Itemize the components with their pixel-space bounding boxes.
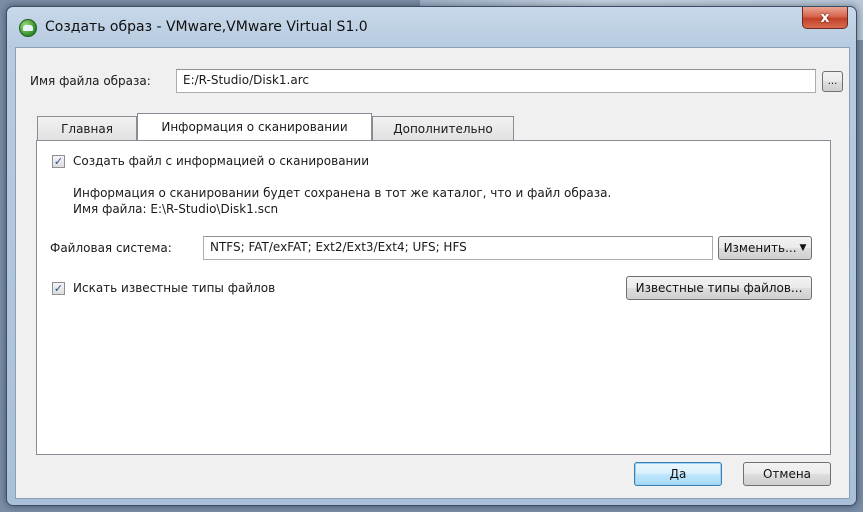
known-file-types-button[interactable]: Известные типы файлов... [626, 276, 812, 300]
image-file-input[interactable]: E:/R-Studio/Disk1.arc [176, 69, 816, 93]
window-title: Создать образ - VMware,VMware Virtual S1… [45, 19, 368, 35]
checkmark-icon: ✓ [53, 282, 64, 295]
scan-info-panel: ✓ Создать файл с информацией о сканирова… [36, 140, 831, 455]
known-file-types-checkbox[interactable]: ✓ [52, 282, 65, 295]
scan-file-name-text: Имя файла: E:\R-Studio\Disk1.scn [73, 202, 279, 216]
checkmark-icon: ✓ [53, 155, 64, 168]
app-icon [19, 19, 37, 37]
filesystem-field[interactable]: NTFS; FAT/exFAT; Ext2/Ext3/Ext4; UFS; HF… [203, 236, 713, 260]
dropdown-arrow-icon: ▼ [799, 243, 807, 253]
dialog-client-area: Имя файла образа: E:/R-Studio/Disk1.arc … [15, 47, 850, 499]
scan-info-description: Информация о сканировании будет сохранен… [73, 186, 612, 200]
tab-advanced[interactable]: Дополнительно [372, 116, 514, 140]
tab-scan-info[interactable]: Информация о сканировании [137, 113, 372, 140]
create-scan-file-checkbox[interactable]: ✓ [52, 155, 65, 168]
tab-main[interactable]: Главная [37, 116, 137, 140]
create-image-dialog: Создать образ - VMware,VMware Virtual S1… [6, 6, 857, 506]
title-bar[interactable]: Создать образ - VMware,VMware Virtual S1… [7, 7, 856, 47]
close-button[interactable]: x [802, 7, 848, 29]
known-file-types-label: Искать известные типы файлов [73, 281, 276, 295]
filesystem-label: Файловая система: [50, 241, 172, 255]
image-file-label: Имя файла образа: [30, 74, 151, 88]
cancel-button[interactable]: Отмена [743, 462, 831, 486]
change-filesystem-button[interactable]: Изменить... ▼ [718, 236, 812, 260]
ok-button[interactable]: Да [634, 462, 722, 486]
change-button-label: Изменить... [723, 241, 797, 255]
browse-button[interactable]: ... [822, 71, 843, 92]
create-scan-file-label: Создать файл с информацией о сканировани… [73, 154, 369, 168]
